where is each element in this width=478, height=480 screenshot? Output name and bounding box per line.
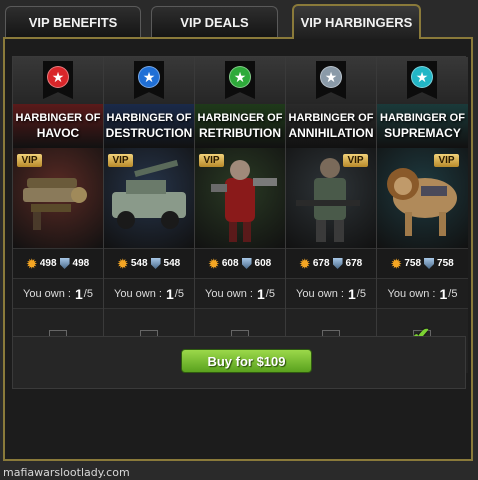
attack-value: 608 — [221, 258, 239, 269]
own-count-row: You own : 1 /5 — [195, 278, 285, 308]
gatling-gun-icon: VIP — [13, 148, 103, 248]
attack-icon: ✹ — [208, 256, 219, 271]
rank-ribbon: ★ — [43, 61, 73, 99]
own-total: /5 — [356, 287, 366, 300]
title-line-2: ANNIHILATION — [288, 126, 374, 140]
harbinger-title: HARBINGER OF ANNIHILATION — [286, 104, 376, 148]
defense-value: 498 — [72, 258, 90, 269]
own-label: You own : — [387, 287, 436, 300]
watermark: mafiawarslootlady.com — [3, 466, 130, 479]
ribbon-area: ★ — [13, 57, 103, 104]
own-count: 1 — [166, 285, 174, 302]
vip-badge: VIP — [108, 154, 133, 167]
attack-value: 758 — [404, 258, 422, 269]
own-count-row: You own : 1 /5 — [377, 278, 468, 308]
harbingers-panel: ★ HARBINGER OF HAVOC VIP ✹ 498 498 You o… — [3, 37, 473, 461]
title-line-1: HARBINGER OF — [380, 112, 465, 124]
rank-ribbon: ★ — [134, 61, 164, 99]
star-icon: ★ — [320, 66, 342, 88]
ribbon-area: ★ — [104, 57, 194, 104]
attack-icon: ✹ — [117, 256, 128, 271]
stats-row: ✹ 678 678 — [286, 248, 376, 278]
star-icon: ★ — [411, 66, 433, 88]
attack-value: 678 — [312, 258, 330, 269]
tab-vip-deals[interactable]: VIP DEALS — [151, 6, 278, 37]
own-total: /5 — [83, 287, 93, 300]
own-label: You own : — [205, 287, 253, 300]
harbinger-card: ★ HARBINGER OF SUPREMACY VIP ✹ 758 758 Y… — [377, 57, 468, 373]
defense-icon — [424, 258, 435, 269]
title-line-1: HARBINGER OF — [106, 112, 192, 124]
stats-row: ✹ 758 758 — [377, 248, 468, 278]
attack-icon: ✹ — [26, 256, 37, 271]
own-total: /5 — [265, 287, 275, 300]
own-label: You own : — [296, 287, 344, 300]
vip-badge: VIP — [17, 154, 42, 167]
stats-row: ✹ 548 548 — [104, 248, 194, 278]
commando-icon: VIP — [286, 148, 376, 248]
rank-ribbon: ★ — [225, 61, 255, 99]
vip-badge: VIP — [343, 154, 368, 167]
harbinger-card: ★ HARBINGER OF DESTRUCTION VIP ✹ 548 548… — [104, 57, 195, 373]
defense-icon — [332, 258, 343, 269]
harbinger-card: ★ HARBINGER OF HAVOC VIP ✹ 498 498 You o… — [13, 57, 104, 373]
attack-value: 498 — [39, 258, 57, 269]
defense-value: 678 — [345, 258, 363, 269]
defense-value: 548 — [163, 258, 181, 269]
defense-icon — [150, 258, 161, 269]
defense-value: 608 — [254, 258, 272, 269]
armored-truck-icon: VIP — [104, 148, 194, 248]
attack-icon: ✹ — [391, 256, 402, 271]
harbinger-title: HARBINGER OF RETRIBUTION — [195, 104, 285, 148]
attack-value: 548 — [130, 258, 148, 269]
tab-bar: VIP BENEFITS VIP DEALS VIP HARBINGERS — [0, 0, 478, 39]
vip-badge: VIP — [199, 154, 224, 167]
lion-icon: VIP — [377, 148, 468, 248]
star-icon: ★ — [138, 66, 160, 88]
title-line-2: DESTRUCTION — [105, 126, 193, 140]
stats-row: ✹ 608 608 — [195, 248, 285, 278]
attack-icon: ✹ — [299, 256, 310, 271]
ribbon-area: ★ — [377, 57, 468, 104]
ribbon-area: ★ — [195, 57, 285, 104]
buy-area: Buy for $109 — [12, 336, 466, 389]
ribbon-area: ★ — [286, 57, 376, 104]
buy-button[interactable]: Buy for $109 — [181, 349, 312, 373]
own-count: 1 — [75, 285, 83, 302]
star-icon: ★ — [47, 66, 69, 88]
tab-vip-benefits[interactable]: VIP BENEFITS — [5, 6, 141, 37]
harbinger-card: ★ HARBINGER OF ANNIHILATION VIP ✹ 678 67… — [286, 57, 377, 373]
harbinger-title: HARBINGER OF HAVOC — [13, 104, 103, 148]
star-icon: ★ — [229, 66, 251, 88]
armored-soldier-icon: VIP — [195, 148, 285, 248]
title-line-1: HARBINGER OF — [288, 112, 374, 124]
title-line-1: HARBINGER OF — [15, 112, 101, 124]
title-line-2: SUPREMACY — [384, 126, 461, 140]
own-count-row: You own : 1 /5 — [104, 278, 194, 308]
harbinger-title: HARBINGER OF SUPREMACY — [377, 104, 468, 148]
title-line-2: HAVOC — [36, 126, 80, 140]
harbinger-title: HARBINGER OF DESTRUCTION — [104, 104, 194, 148]
title-line-2: RETRIBUTION — [199, 126, 281, 140]
own-total: /5 — [174, 287, 184, 300]
tab-vip-harbingers[interactable]: VIP HARBINGERS — [292, 4, 421, 39]
own-count: 1 — [439, 285, 448, 302]
own-count-row: You own : 1 /5 — [13, 278, 103, 308]
rank-ribbon: ★ — [407, 61, 437, 99]
defense-icon — [59, 258, 70, 269]
own-count: 1 — [257, 285, 265, 302]
own-label: You own : — [23, 287, 71, 300]
own-count-row: You own : 1 /5 — [286, 278, 376, 308]
title-line-1: HARBINGER OF — [197, 112, 283, 124]
harbinger-card: ★ HARBINGER OF RETRIBUTION VIP ✹ 608 608… — [195, 57, 286, 373]
rank-ribbon: ★ — [316, 61, 346, 99]
harbinger-grid: ★ HARBINGER OF HAVOC VIP ✹ 498 498 You o… — [12, 56, 468, 374]
own-label: You own : — [114, 287, 162, 300]
own-count: 1 — [348, 285, 356, 302]
stats-row: ✹ 498 498 — [13, 248, 103, 278]
own-total: /5 — [448, 287, 458, 300]
vip-badge: VIP — [434, 154, 459, 167]
defense-value: 758 — [437, 258, 454, 269]
defense-icon — [241, 258, 252, 269]
